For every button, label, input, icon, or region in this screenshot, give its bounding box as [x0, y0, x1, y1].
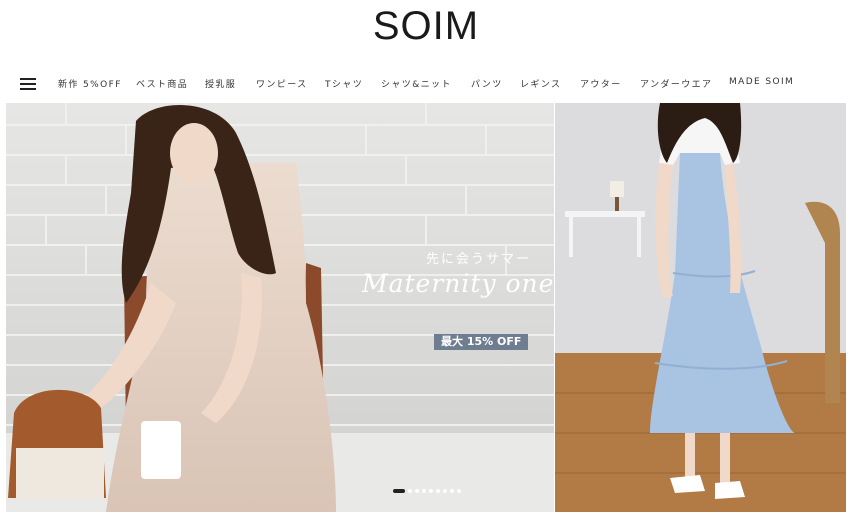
slider-dot-8[interactable] [450, 489, 454, 493]
nav-item-made-soim[interactable]: MADE SOIM [729, 77, 794, 87]
slider-dot-2[interactable] [408, 489, 412, 493]
slider-dot-7[interactable] [443, 489, 447, 493]
slider-dot-5[interactable] [429, 489, 433, 493]
nav-item-best[interactable]: ベスト商品 [136, 77, 188, 90]
discount-badge: 最大 15% OFF [434, 334, 529, 350]
slider-dot-6[interactable] [436, 489, 440, 493]
nav-item-outer[interactable]: アウター [580, 77, 622, 90]
hero-script-title: Maternity onepiece [362, 269, 554, 298]
hero-slide-next[interactable] [555, 103, 846, 512]
nav-item-onepiece[interactable]: ワンピース [256, 77, 308, 90]
hero-photo-blue-dress [555, 103, 846, 512]
main-nav: 新作 5%OFF ベスト商品 授乳服 ワンピース Tシャツ シャツ&ニット パン… [0, 66, 852, 100]
hero-subtitle: 先に会うサマー [426, 252, 532, 267]
slider-pagination [393, 489, 461, 493]
hamburger-menu-icon[interactable] [20, 78, 36, 90]
hero-photo-beige-dress [6, 103, 554, 512]
slider-dot-3[interactable] [415, 489, 419, 493]
slider-dot-1[interactable] [393, 489, 405, 493]
nav-item-new[interactable]: 新作 5%OFF [58, 77, 122, 90]
logo-text: SOIM [372, 4, 480, 48]
site-logo[interactable]: SOIM [0, 0, 852, 52]
slider-dot-4[interactable] [422, 489, 426, 493]
nav-item-shirt-knit[interactable]: シャツ&ニット [381, 77, 452, 90]
nav-item-tshirt[interactable]: Tシャツ [325, 77, 363, 90]
nav-item-leggings[interactable]: レギンス [520, 77, 561, 90]
nav-item-underwear[interactable]: アンダーウエア [640, 77, 712, 90]
slider-dot-9[interactable] [457, 489, 461, 493]
nav-item-pants[interactable]: パンツ [471, 77, 503, 90]
nav-item-nursing[interactable]: 授乳服 [205, 77, 236, 90]
hero-slide-main[interactable]: 先に会うサマー Maternity onepiece 最大 15% OFF [6, 103, 554, 512]
hero-banner[interactable]: 先に会うサマー Maternity onepiece 最大 15% OFF [6, 103, 846, 512]
